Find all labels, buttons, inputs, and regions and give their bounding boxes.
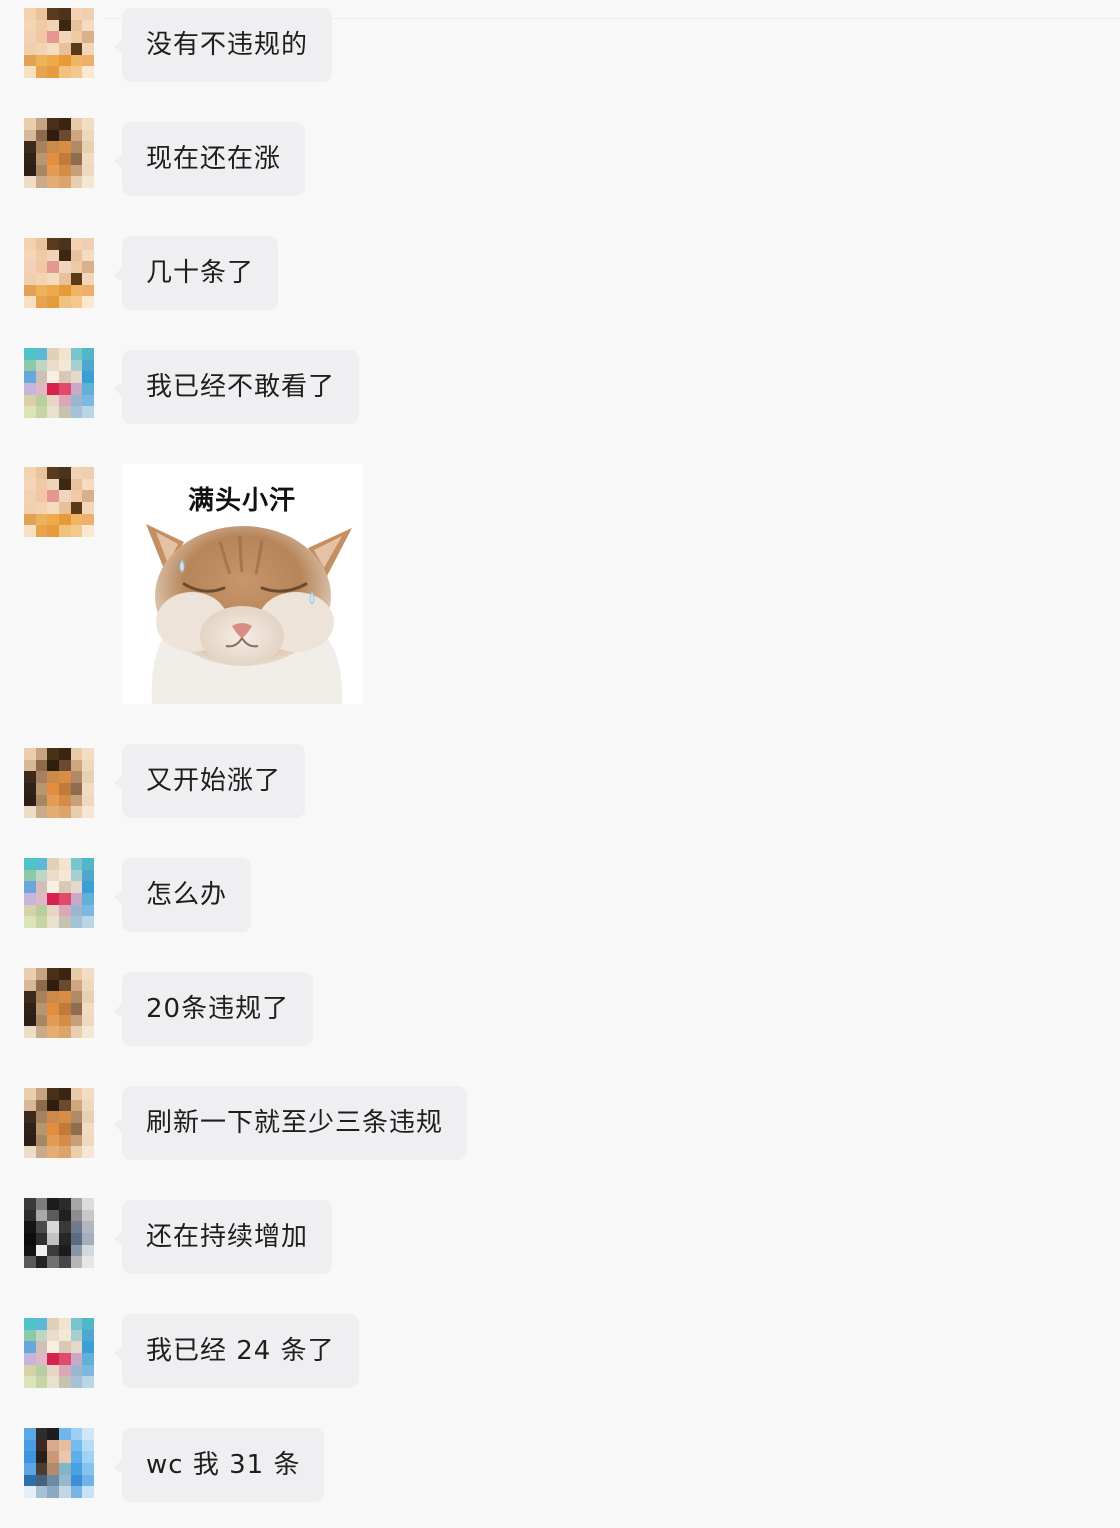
message-bubble[interactable]: 又开始涨了	[113, 744, 306, 818]
message-bubble[interactable]: 几十条了	[113, 236, 279, 310]
sweating-cat-sticker[interactable]: 满头小汗	[122, 464, 362, 704]
brown-orange-avatar[interactable]	[24, 968, 94, 1038]
message-bubble[interactable]: 还在持续增加	[113, 1200, 333, 1274]
orange-face-avatar[interactable]	[24, 8, 94, 78]
message-bubble[interactable]: 现在还在涨	[113, 122, 306, 196]
message-bubble[interactable]: 刷新一下就至少三条违规	[113, 1086, 468, 1160]
brown-orange-avatar[interactable]	[24, 748, 94, 818]
message-bubble[interactable]: 我已经 24 条了	[114, 1314, 359, 1388]
message-bubble[interactable]: wc 我 31 条	[113, 1428, 325, 1502]
blue-person-avatar[interactable]	[24, 1428, 94, 1498]
chat-message-list[interactable]: 没有不违规的 现在还在涨 几十条了 我已经不敢看了 满头小汗 又开始涨了 怎么办…	[0, 0, 1120, 1528]
teal-red-avatar[interactable]	[24, 1318, 94, 1388]
message-bubble[interactable]: 20条违规了	[113, 972, 314, 1046]
brown-orange-avatar[interactable]	[24, 1088, 94, 1158]
teal-red-avatar[interactable]	[24, 348, 94, 418]
orange-face-avatar[interactable]	[24, 238, 94, 308]
teal-red-avatar[interactable]	[24, 858, 94, 928]
dark-grey-avatar[interactable]	[24, 1198, 94, 1268]
brown-orange-avatar[interactable]	[24, 118, 94, 188]
message-bubble[interactable]: 没有不违规的	[113, 8, 333, 82]
message-bubble[interactable]: 怎么办	[113, 858, 252, 932]
message-bubble[interactable]: 我已经不敢看了	[113, 350, 360, 424]
orange-face-avatar[interactable]	[24, 467, 94, 537]
cat-face-icon	[146, 524, 352, 704]
